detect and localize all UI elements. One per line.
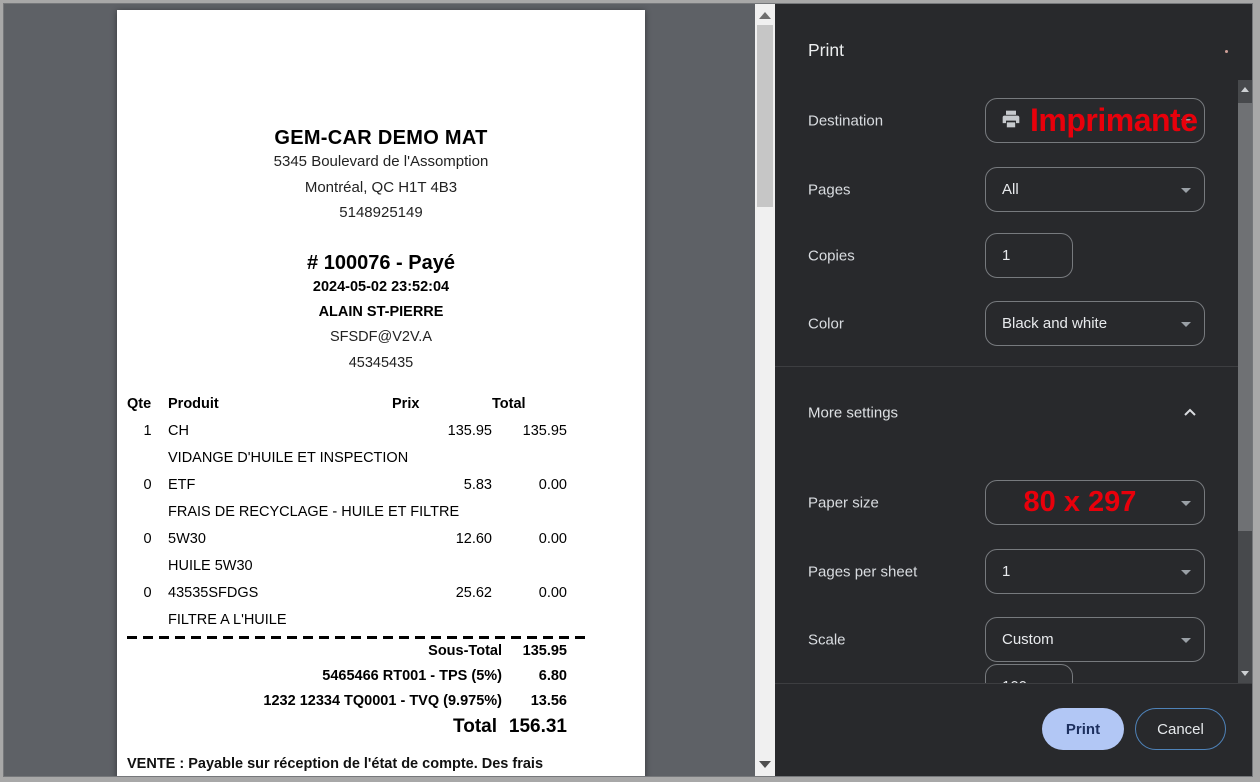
scroll-up-icon[interactable] bbox=[759, 12, 771, 19]
chevron-up-icon bbox=[1182, 405, 1198, 426]
subtotal-row: Sous-Total 135.95 bbox=[127, 639, 567, 664]
destination-value: Imprimante bbox=[1030, 102, 1197, 139]
col-header-qty: Qte bbox=[127, 391, 168, 418]
paper-size-dropdown[interactable]: 80 x 297 bbox=[985, 480, 1205, 525]
settings-scrollbar-thumb[interactable] bbox=[1238, 103, 1252, 531]
color-field: Color Black and white bbox=[775, 301, 1252, 346]
col-header-total: Total bbox=[492, 391, 567, 418]
scroll-up-icon[interactable] bbox=[1241, 87, 1249, 92]
receipt-preview-page: GEM-CAR DEMO MAT 5345 Boulevard de l'Ass… bbox=[117, 10, 645, 776]
scale-value: Custom bbox=[1002, 631, 1054, 648]
print-button[interactable]: Print bbox=[1042, 708, 1124, 750]
store-name: GEM-CAR DEMO MAT bbox=[117, 127, 645, 149]
copies-input[interactable]: 1 bbox=[985, 233, 1073, 278]
table-row: 1 CH 135.95 135.95 bbox=[127, 418, 567, 445]
grand-total-row: Total 156.31 bbox=[127, 714, 567, 740]
receipt-footer-note: VENTE : Payable sur réception de l'état … bbox=[127, 754, 585, 774]
pages-per-sheet-dropdown[interactable]: 1 bbox=[985, 549, 1205, 594]
table-row-description: HUILE 5W30 bbox=[127, 553, 567, 580]
settings-scroll-area: Destination Imprimante Pages bbox=[775, 80, 1252, 683]
scale-label: Scale bbox=[808, 631, 846, 648]
store-phone: 5148925149 bbox=[117, 200, 645, 226]
scroll-down-icon[interactable] bbox=[759, 761, 771, 768]
copies-value: 1 bbox=[1002, 247, 1010, 264]
destination-field: Destination Imprimante bbox=[775, 98, 1252, 143]
copies-label: Copies bbox=[808, 247, 855, 264]
preview-scrollbar[interactable] bbox=[755, 4, 775, 776]
copies-field: Copies 1 bbox=[775, 233, 1252, 278]
table-row-description: VIDANGE D'HUILE ET INSPECTION bbox=[127, 445, 567, 472]
items-table: Qte Produit Prix Total 1 CH 135.95 135.9… bbox=[127, 391, 567, 634]
pages-dropdown[interactable]: All bbox=[985, 167, 1205, 212]
cancel-button[interactable]: Cancel bbox=[1135, 708, 1226, 750]
print-preview-pane: GEM-CAR DEMO MAT 5345 Boulevard de l'Ass… bbox=[4, 4, 755, 776]
destination-label: Destination bbox=[808, 112, 883, 129]
pages-per-sheet-value: 1 bbox=[1002, 563, 1010, 580]
tax-row-tvq: 1232 12334 TQ0001 - TVQ (9.975%) 13.56 bbox=[127, 689, 567, 714]
items-header-row: Qte Produit Prix Total bbox=[127, 391, 567, 418]
customer-name: ALAIN ST-PIERRE bbox=[117, 300, 645, 325]
scroll-down-icon[interactable] bbox=[1241, 671, 1249, 676]
scale-dropdown[interactable]: Custom bbox=[985, 617, 1205, 662]
table-row-description: FILTRE A L'HUILE bbox=[127, 607, 567, 634]
destination-dropdown[interactable]: Imprimante bbox=[985, 98, 1205, 143]
dialog-footer: Print Cancel bbox=[775, 683, 1252, 776]
totals-section: Sous-Total 135.95 5465466 RT001 - TPS (5… bbox=[127, 639, 567, 714]
invoice-datetime: 2024-05-02 23:52:04 bbox=[117, 275, 645, 300]
section-divider bbox=[775, 366, 1252, 367]
store-address-line1: 5345 Boulevard de l'Assomption bbox=[117, 149, 645, 175]
chevron-down-icon bbox=[1181, 322, 1191, 332]
customer-number: 45345435 bbox=[117, 351, 645, 376]
table-row: 0 ETF 5.83 0.00 bbox=[127, 472, 567, 499]
tax-row-tps: 5465466 RT001 - TPS (5%) 6.80 bbox=[127, 664, 567, 689]
pages-value: All bbox=[1002, 181, 1019, 198]
settings-scrollbar[interactable] bbox=[1238, 80, 1252, 683]
chevron-down-icon bbox=[1181, 188, 1191, 198]
red-dot-marker bbox=[1225, 50, 1228, 53]
store-address-line2: Montréal, QC H1T 4B3 bbox=[117, 175, 645, 201]
preview-scrollbar-thumb[interactable] bbox=[757, 25, 773, 207]
printer-icon bbox=[1000, 109, 1022, 133]
chevron-down-icon bbox=[1181, 638, 1191, 648]
table-row: 0 5W30 12.60 0.00 bbox=[127, 526, 567, 553]
table-row: 0 43535SFDGS 25.62 0.00 bbox=[127, 580, 567, 607]
customer-email: SFSDF@V2V.A bbox=[117, 325, 645, 350]
color-dropdown[interactable]: Black and white bbox=[985, 301, 1205, 346]
paper-size-label: Paper size bbox=[808, 494, 879, 511]
color-label: Color bbox=[808, 315, 844, 332]
chevron-down-icon bbox=[1181, 501, 1191, 511]
receipt-body: Qte Produit Prix Total 1 CH 135.95 135.9… bbox=[127, 391, 585, 774]
col-header-product: Produit bbox=[168, 391, 392, 418]
col-header-price: Prix bbox=[392, 391, 492, 418]
pages-field: Pages All bbox=[775, 167, 1252, 212]
dialog-title: Print bbox=[808, 40, 844, 61]
scale-custom-input[interactable]: 100 bbox=[985, 664, 1073, 683]
print-dialog-window: GEM-CAR DEMO MAT 5345 Boulevard de l'Ass… bbox=[4, 4, 1252, 776]
scale-custom-row: 100 bbox=[775, 664, 1252, 683]
pages-per-sheet-field: Pages per sheet 1 bbox=[775, 549, 1252, 594]
more-settings-toggle[interactable]: More settings bbox=[775, 393, 1252, 433]
paper-size-field: Paper size 80 x 297 bbox=[775, 480, 1252, 525]
receipt-header: GEM-CAR DEMO MAT 5345 Boulevard de l'Ass… bbox=[117, 127, 645, 376]
paper-size-value: 80 x 297 bbox=[1024, 486, 1137, 519]
print-settings-panel: Print Destination Imprimante bbox=[775, 4, 1252, 776]
pages-per-sheet-label: Pages per sheet bbox=[808, 563, 917, 580]
table-row-description: FRAIS DE RECYCLAGE - HUILE ET FILTRE bbox=[127, 499, 567, 526]
invoice-title: # 100076 - Payé bbox=[117, 251, 645, 275]
chevron-down-icon bbox=[1181, 570, 1191, 580]
pages-label: Pages bbox=[808, 181, 851, 198]
scale-field: Scale Custom bbox=[775, 617, 1252, 662]
more-settings-label: More settings bbox=[808, 405, 898, 422]
color-value: Black and white bbox=[1002, 315, 1107, 332]
